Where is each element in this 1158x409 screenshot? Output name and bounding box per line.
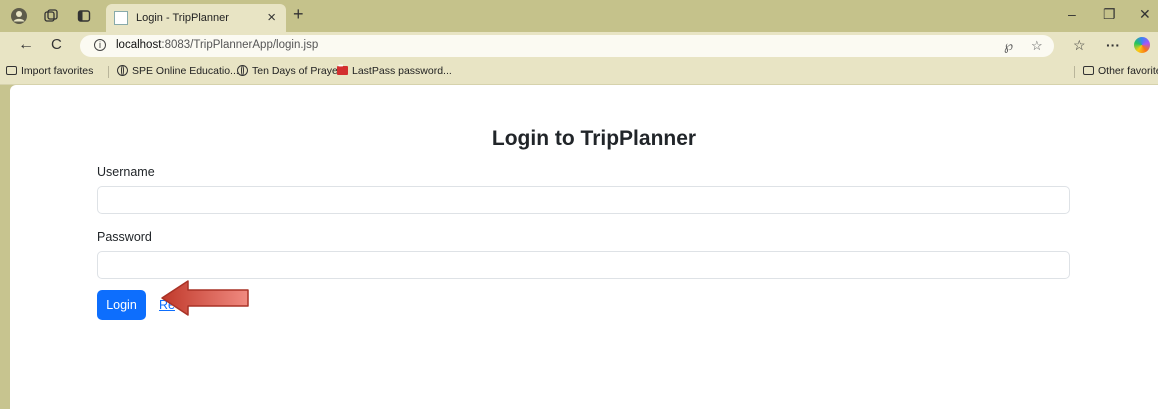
- favorite-spe[interactable]: SPE Online Educatio...: [117, 65, 239, 77]
- favorite-lastpass[interactable]: LastPass password...: [337, 63, 452, 77]
- new-tab-icon[interactable]: +: [293, 4, 304, 25]
- login-button[interactable]: Login: [97, 290, 146, 320]
- favorites-bar: Import favorites SPE Online Educatio... …: [0, 60, 1158, 85]
- other-favorites[interactable]: Other favorites: [1083, 65, 1158, 77]
- annotation-arrow-icon: [161, 280, 249, 316]
- minimize-icon[interactable]: –: [1068, 6, 1076, 22]
- username-label: Username: [97, 165, 155, 179]
- workspaces-icon[interactable]: [42, 7, 60, 25]
- username-field[interactable]: [97, 186, 1070, 214]
- title-bar: Login - TripPlanner × + – ❐ ✕: [0, 0, 1158, 32]
- more-options-icon[interactable]: ···: [1106, 37, 1120, 53]
- folder-icon: [1083, 66, 1094, 75]
- lastpass-icon: [337, 63, 348, 75]
- restore-icon[interactable]: ❐: [1103, 6, 1116, 23]
- address-bar[interactable]: i localhost:8083/TripPlannerApp/login.js…: [80, 35, 1054, 57]
- page-title: Login to TripPlanner: [491, 127, 697, 150]
- navigation-bar: ← C i localhost:8083/TripPlannerApp/logi…: [0, 32, 1158, 60]
- add-favorite-icon[interactable]: ☆: [1031, 38, 1043, 54]
- refresh-icon[interactable]: C: [51, 36, 62, 53]
- globe-icon: [117, 65, 128, 76]
- favorite-ten-days[interactable]: Ten Days of Prayer: [237, 65, 341, 77]
- favorite-label: Import favorites: [21, 65, 94, 77]
- url-text: localhost:8083/TripPlannerApp/login.jsp: [116, 39, 318, 51]
- url-path: :8083/TripPlannerApp/login.jsp: [161, 39, 319, 51]
- tab-title: Login - TripPlanner: [136, 12, 229, 24]
- divider: [1074, 66, 1075, 78]
- favorites-icon[interactable]: ☆: [1073, 37, 1086, 54]
- page-favicon-icon: [114, 11, 128, 25]
- divider: [108, 66, 109, 78]
- globe-icon: [237, 65, 248, 76]
- password-label: Password: [97, 230, 152, 244]
- profile-icon[interactable]: [10, 7, 28, 25]
- url-host: localhost: [116, 39, 162, 51]
- tab-login-tripplanner[interactable]: Login - TripPlanner ×: [106, 4, 286, 32]
- favorite-label: SPE Online Educatio...: [132, 65, 239, 77]
- tab-actions-icon[interactable]: [75, 7, 93, 25]
- password-field[interactable]: [97, 251, 1070, 279]
- favorite-label: Ten Days of Prayer: [252, 65, 342, 77]
- other-favorites-label: Other favorites: [1098, 65, 1158, 77]
- site-info-icon[interactable]: i: [94, 39, 106, 51]
- folder-icon: [6, 66, 17, 75]
- favorite-import[interactable]: Import favorites: [6, 65, 93, 77]
- read-aloud-icon[interactable]: ℘: [1004, 38, 1013, 54]
- copilot-icon[interactable]: [1134, 37, 1150, 53]
- favorite-label: LastPass password...: [352, 65, 452, 77]
- close-window-icon[interactable]: ✕: [1139, 6, 1151, 23]
- tab-close-icon[interactable]: ×: [267, 9, 276, 26]
- back-icon[interactable]: ←: [18, 36, 34, 54]
- page-content: Login to TripPlanner Username Password L…: [10, 85, 1158, 409]
